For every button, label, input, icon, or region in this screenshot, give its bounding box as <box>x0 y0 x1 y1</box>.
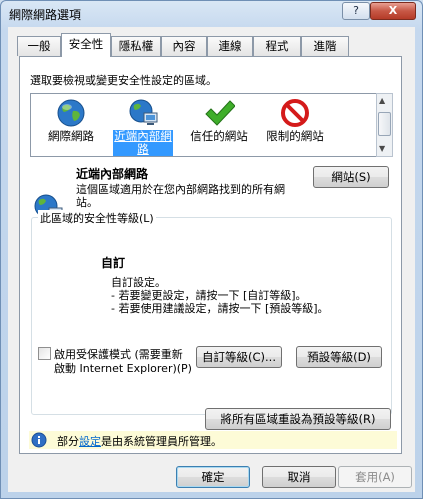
tab-advanced[interactable]: 進階 <box>301 36 349 56</box>
close-button[interactable]: X <box>370 2 416 20</box>
scroll-up-icon[interactable]: ▲ <box>379 96 385 105</box>
checkmark-icon <box>205 100 235 126</box>
help-button[interactable]: ? <box>342 2 370 20</box>
security-level-group: 此區域的安全性等級(L) 自訂 自訂設定。 - 若要變更設定，請按一下 [自訂等… <box>31 210 392 415</box>
window-title: 網際網路選項 <box>9 8 82 22</box>
globe-icon <box>57 99 85 127</box>
protected-mode-label-cont[interactable]: 啟動 Internet Explorer)(P) <box>54 360 192 376</box>
zone-list-scrollbar[interactable]: ▲ ▼ <box>376 93 393 157</box>
zone-internet[interactable]: 網際網路 <box>33 98 109 143</box>
zone-instruction: 選取要檢視或變更安全性設定的區域。 <box>30 74 217 87</box>
security-level-name: 自訂 <box>101 256 126 270</box>
tab-security[interactable]: 安全性 <box>61 33 111 57</box>
settings-link[interactable]: 設定 <box>79 435 101 448</box>
zone-label: 信任的網站 <box>190 129 248 143</box>
cancel-button[interactable]: 取消 <box>262 466 336 488</box>
zone-trusted-sites[interactable]: 信任的網站 <box>181 98 257 143</box>
admin-info-bar: 部分設定是由系統管理員所管理。 <box>29 431 397 449</box>
intranet-icon <box>129 99 158 125</box>
security-panel: 選取要檢視或變更安全性設定的區域。 網際網路 近端內部網路 信任的網站 限制的網… <box>19 56 402 454</box>
internet-options-window: 網際網路選項 ? X 一般 安全性 隱私權 內容 連線 程式 進階 選取要檢視或… <box>0 0 423 499</box>
scroll-thumb[interactable] <box>378 112 391 136</box>
selected-zone-title: 近端內部網路 <box>76 167 149 181</box>
scroll-down-icon[interactable]: ▼ <box>379 144 385 153</box>
title-bar: 網際網路選項 ? X <box>1 1 422 27</box>
sites-button[interactable]: 網站(S) <box>313 166 389 188</box>
default-level-button[interactable]: 預設等級(D) <box>296 346 382 368</box>
blocked-icon <box>281 99 309 127</box>
zone-label: 網際網路 <box>48 129 94 143</box>
admin-info-text: 部分設定是由系統管理員所管理。 <box>57 433 222 449</box>
ok-button[interactable]: 確定 <box>176 466 250 488</box>
zone-list: 網際網路 近端內部網路 信任的網站 限制的網站 <box>30 93 377 157</box>
protected-mode-checkbox[interactable] <box>38 347 51 360</box>
custom-level-button[interactable]: 自訂等級(C)... <box>196 346 282 368</box>
zone-label: 限制的網站 <box>266 129 324 143</box>
apply-button[interactable]: 套用(A) <box>338 466 412 488</box>
selected-zone-description: 這個區域適用於在您內部網路找到的所有網 <box>76 183 285 196</box>
zone-local-intranet[interactable]: 近端內部網路 <box>113 98 173 156</box>
selected-zone-description-cont: 站。 <box>76 196 98 209</box>
tab-connections[interactable]: 連線 <box>207 36 253 56</box>
tab-programs[interactable]: 程式 <box>253 36 301 56</box>
tab-content[interactable]: 內容 <box>161 36 207 56</box>
info-icon <box>31 432 47 448</box>
admin-info-suffix: 是由系統管理員所管理。 <box>101 435 222 448</box>
level-description-line: - 若要使用建議設定，請按一下 [預設等級]。 <box>111 302 329 315</box>
tab-general[interactable]: 一般 <box>17 36 61 56</box>
reset-all-zones-button[interactable]: 將所有區域重設為預設等級(R) <box>205 408 391 430</box>
dialog-client: 一般 安全性 隱私權 內容 連線 程式 進階 選取要檢視或變更安全性設定的區域。… <box>8 27 415 492</box>
security-level-label: 此區域的安全性等級(L) <box>38 210 156 226</box>
admin-info-prefix: 部分 <box>57 435 79 448</box>
zone-restricted-sites[interactable]: 限制的網站 <box>257 98 333 143</box>
tab-privacy[interactable]: 隱私權 <box>111 36 161 56</box>
zone-label: 近端內部網路 <box>113 129 173 156</box>
